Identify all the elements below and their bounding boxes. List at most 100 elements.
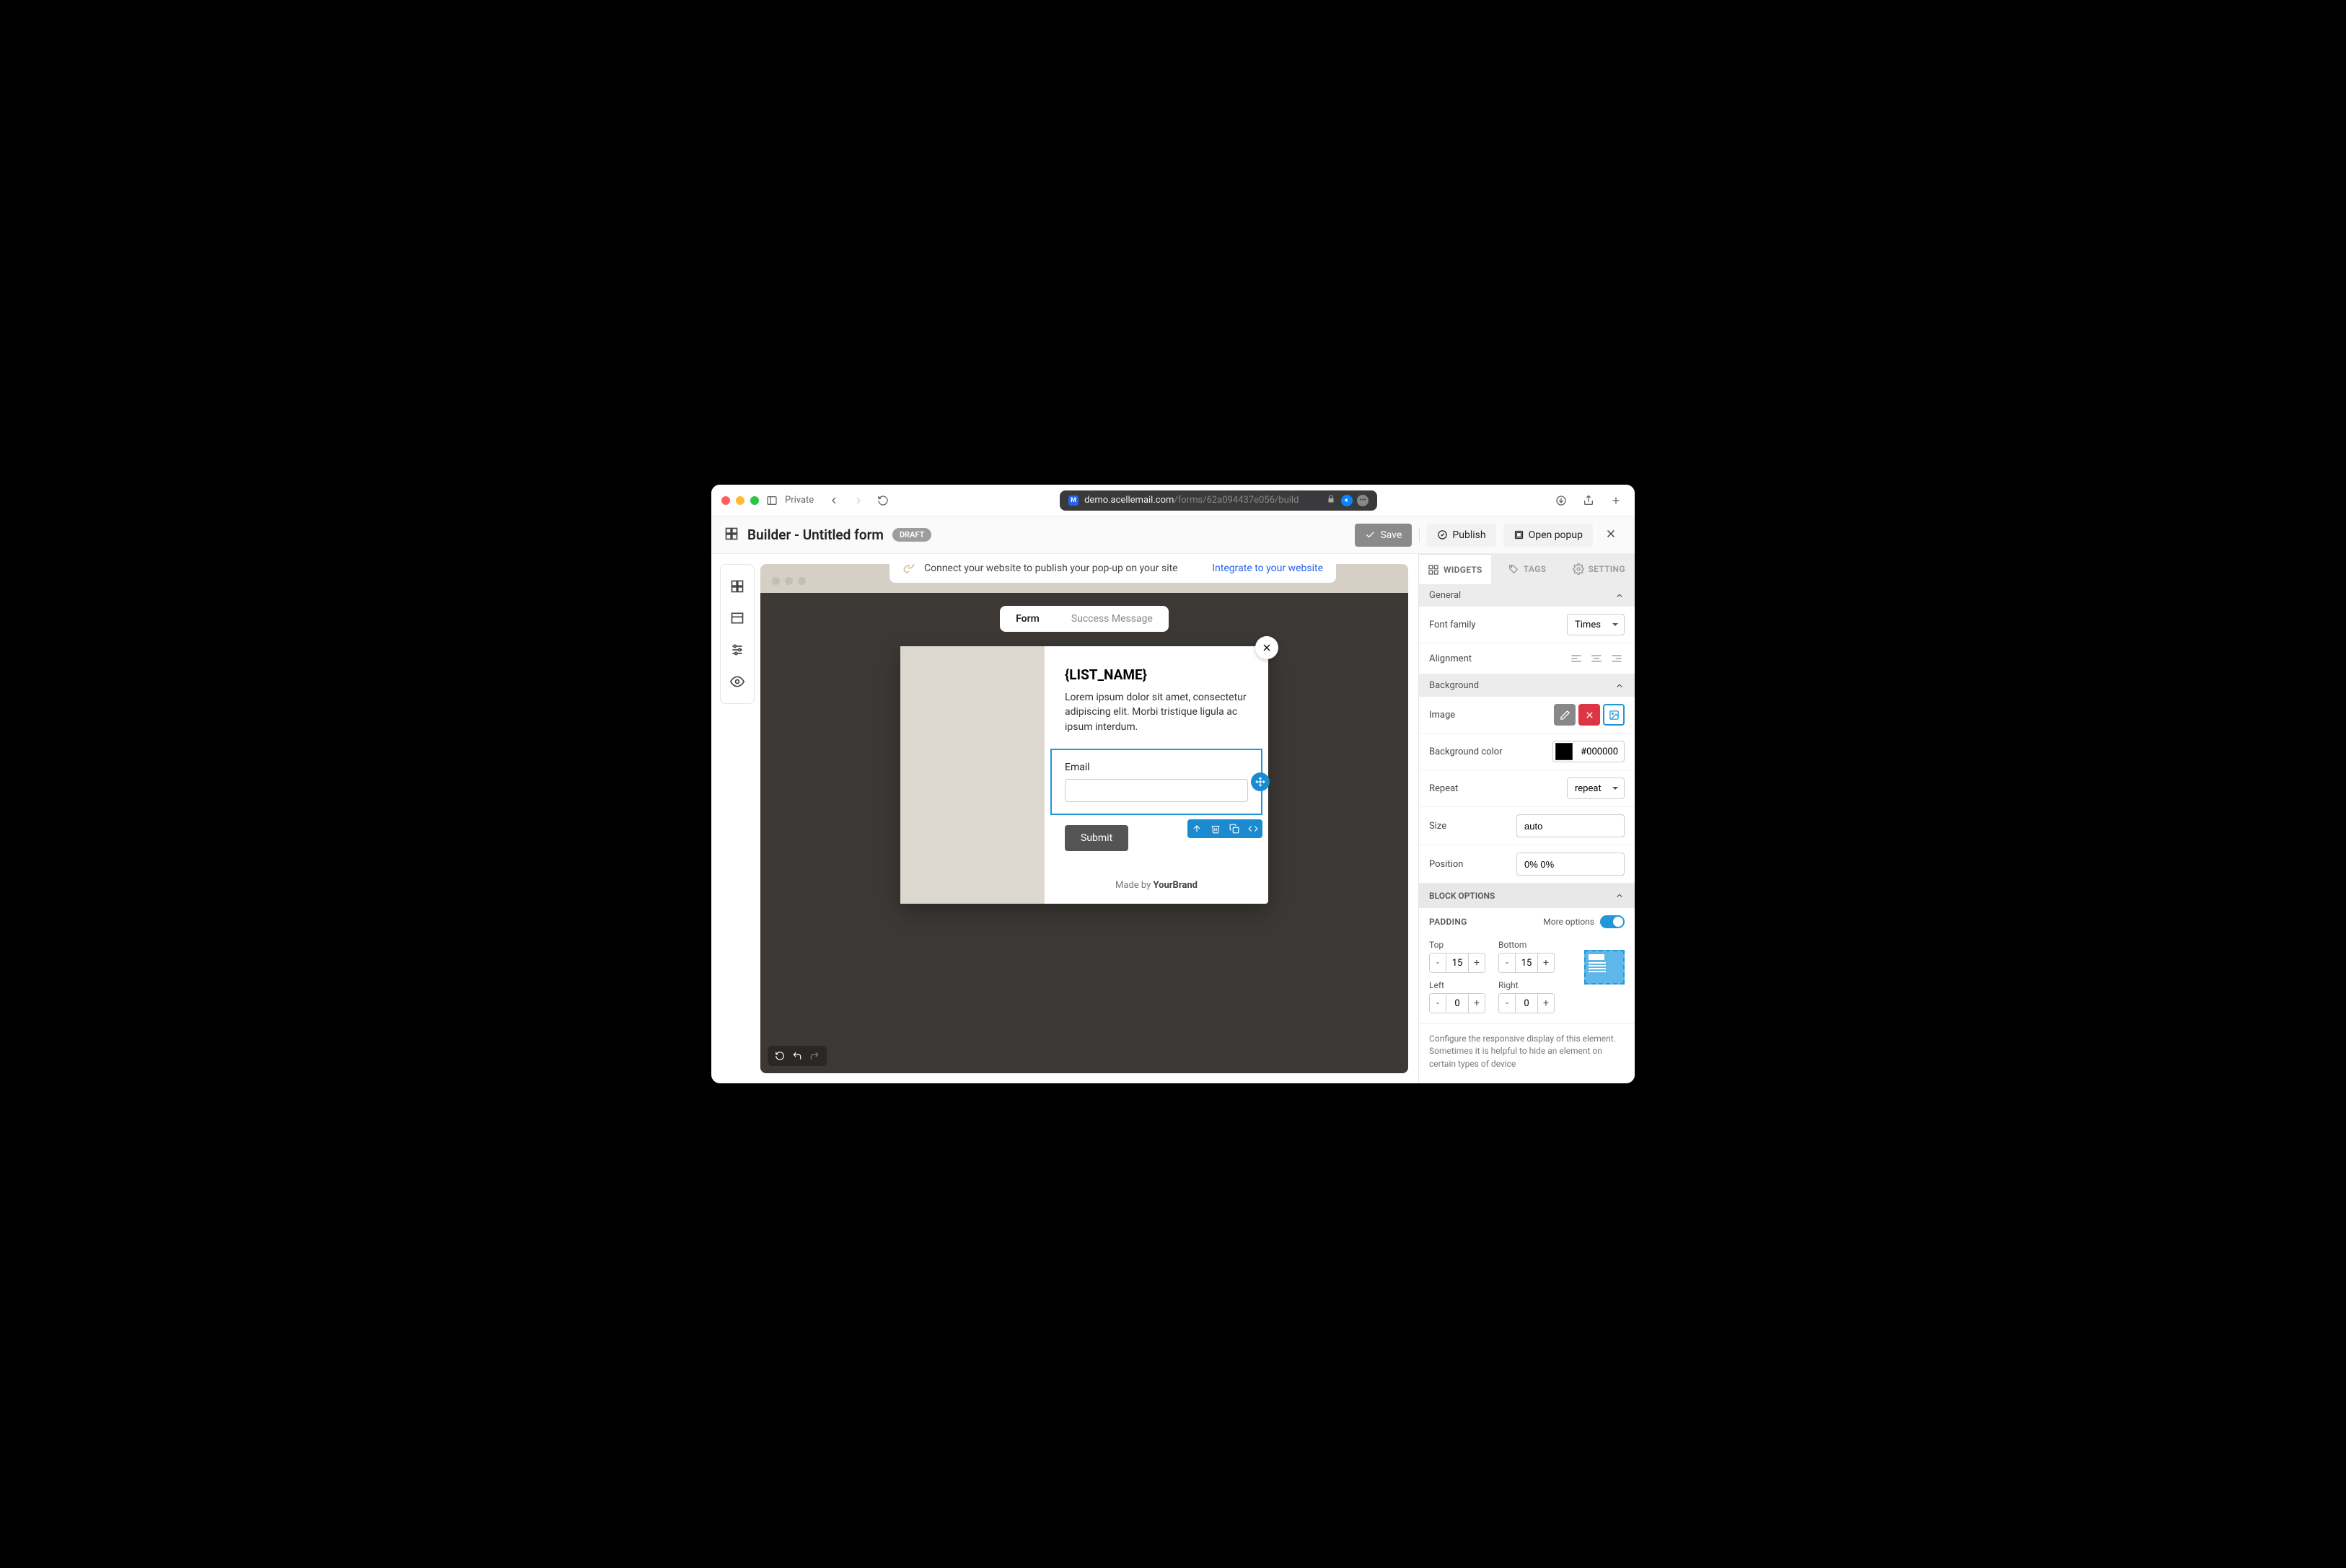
- tool-preview-icon[interactable]: [723, 667, 752, 696]
- favicon: M: [1068, 495, 1078, 506]
- app-window: Private M demo.acellemail.com/forms/62a0…: [711, 485, 1635, 1083]
- pad-left-label: Left: [1429, 980, 1485, 990]
- nav-back-icon[interactable]: [825, 492, 843, 509]
- maximize-window[interactable]: [750, 496, 759, 505]
- row-alignment: Alignment: [1419, 643, 1635, 674]
- share-icon[interactable]: [1580, 492, 1597, 509]
- pad-left-stepper[interactable]: -0+: [1429, 993, 1485, 1013]
- nav-forward-icon: [850, 492, 867, 509]
- image-delete-icon[interactable]: [1578, 704, 1600, 726]
- hide-on-row: Hide on Desktop Mobile: [1419, 1079, 1635, 1083]
- close-builder-icon[interactable]: [1600, 523, 1622, 547]
- row-image: Image: [1419, 697, 1635, 734]
- tab-form[interactable]: Form: [1000, 606, 1055, 632]
- page-title: Builder - Untitled form: [747, 527, 884, 543]
- url-text: demo.acellemail.com/forms/62a094437e056/…: [1084, 495, 1321, 506]
- submit-button[interactable]: Submit: [1065, 825, 1128, 851]
- size-input[interactable]: [1516, 814, 1625, 837]
- block-move-up-icon[interactable]: [1187, 819, 1206, 838]
- pad-right-label: Right: [1498, 980, 1555, 990]
- more-options-label: More options: [1543, 917, 1594, 927]
- private-label: Private: [785, 495, 814, 506]
- email-field-block[interactable]: Email: [1050, 749, 1262, 815]
- history-icon[interactable]: [773, 1049, 786, 1062]
- padding-grid: Top -15+ Left -0+ Bottom -15+ Right: [1419, 935, 1635, 1023]
- canvas-area: Connect your website to publish your pop…: [755, 554, 1418, 1083]
- save-button[interactable]: Save: [1355, 524, 1412, 547]
- section-block-options[interactable]: BLOCK OPTIONS: [1419, 884, 1635, 908]
- popup-title[interactable]: {LIST_NAME}: [1065, 666, 1248, 683]
- row-font-family: Font family Times: [1419, 607, 1635, 643]
- redo-icon[interactable]: [808, 1049, 821, 1062]
- traffic-lights: [721, 496, 759, 505]
- move-handle-icon[interactable]: [1251, 772, 1270, 791]
- undo-icon[interactable]: [791, 1049, 804, 1062]
- integration-banner: Connect your website to publish your pop…: [889, 564, 1336, 583]
- panel-tab-widgets[interactable]: WIDGETS: [1419, 554, 1491, 584]
- bg-color-input[interactable]: #000000: [1552, 741, 1625, 762]
- pad-right-stepper[interactable]: -0+: [1498, 993, 1555, 1013]
- panel-tab-tags[interactable]: TAGS: [1491, 554, 1563, 584]
- popup-description[interactable]: Lorem ipsum dolor sit amet, consectetur …: [1065, 690, 1248, 734]
- align-right-icon[interactable]: [1609, 651, 1625, 666]
- section-background[interactable]: Background: [1419, 674, 1635, 697]
- tool-layout-icon[interactable]: [723, 604, 752, 633]
- right-panel: WIDGETS TAGS SETTING General Font family…: [1418, 554, 1635, 1083]
- block-delete-icon[interactable]: [1206, 819, 1225, 838]
- pad-top-stepper[interactable]: -15+: [1429, 953, 1485, 973]
- new-tab-icon[interactable]: [1607, 492, 1625, 509]
- browser-bar: Private M demo.acellemail.com/forms/62a0…: [711, 485, 1635, 516]
- banner-text: Connect your website to publish your pop…: [924, 564, 1178, 574]
- block-duplicate-icon[interactable]: [1225, 819, 1244, 838]
- publish-button[interactable]: Publish: [1427, 524, 1495, 547]
- lock-icon: [1327, 495, 1335, 506]
- padding-preview: [1584, 950, 1625, 985]
- repeat-select[interactable]: repeat: [1567, 778, 1625, 799]
- font-family-select[interactable]: Times: [1567, 614, 1625, 635]
- left-toolbox: [720, 564, 755, 704]
- row-position: Position: [1419, 845, 1635, 884]
- pad-top-label: Top: [1429, 940, 1485, 950]
- open-popup-button[interactable]: Open popup: [1503, 524, 1593, 547]
- block-code-icon[interactable]: [1244, 819, 1262, 838]
- panel-tabs: WIDGETS TAGS SETTING: [1419, 554, 1635, 584]
- popup-image-placeholder[interactable]: [900, 646, 1045, 904]
- downloads-icon[interactable]: [1552, 492, 1570, 509]
- tool-widgets-icon[interactable]: [723, 572, 752, 601]
- image-browse-icon[interactable]: [1603, 704, 1625, 726]
- url-bar[interactable]: M demo.acellemail.com/forms/62a094437e05…: [899, 490, 1538, 511]
- app-header: Builder - Untitled form DRAFT Save Publi…: [711, 516, 1635, 554]
- minimize-window[interactable]: [736, 496, 744, 505]
- more-options-toggle[interactable]: [1600, 915, 1625, 928]
- pad-bottom-label: Bottom: [1498, 940, 1555, 950]
- block-toolbar: [1187, 819, 1262, 838]
- panel-tab-setting[interactable]: SETTING: [1563, 554, 1635, 584]
- history-bar: [768, 1046, 827, 1066]
- reload-icon[interactable]: [874, 492, 892, 509]
- align-left-icon[interactable]: [1568, 651, 1584, 666]
- site-settings-icon[interactable]: •••: [1357, 495, 1368, 506]
- close-window[interactable]: [721, 496, 730, 505]
- row-size: Size: [1419, 807, 1635, 845]
- pad-bottom-stepper[interactable]: -15+: [1498, 953, 1555, 973]
- email-input[interactable]: [1065, 779, 1248, 802]
- tool-settings-icon[interactable]: [723, 635, 752, 664]
- audio-icon[interactable]: [1341, 495, 1353, 506]
- row-repeat: Repeat repeat: [1419, 770, 1635, 807]
- section-general[interactable]: General: [1419, 584, 1635, 607]
- tab-success[interactable]: Success Message: [1055, 606, 1169, 632]
- popup-close-icon[interactable]: [1255, 636, 1278, 659]
- image-edit-icon[interactable]: [1554, 704, 1576, 726]
- builder-icon: [724, 527, 739, 544]
- email-label: Email: [1065, 762, 1248, 773]
- responsive-help-text: Configure the responsive display of this…: [1419, 1023, 1635, 1079]
- made-by: Made by YourBrand: [1065, 880, 1248, 891]
- popup-card: {LIST_NAME} Lorem ipsum dolor sit amet, …: [900, 646, 1268, 904]
- status-badge: DRAFT: [892, 528, 931, 542]
- align-center-icon[interactable]: [1589, 651, 1604, 666]
- position-input[interactable]: [1516, 853, 1625, 876]
- padding-head: PADDING More options: [1419, 908, 1635, 935]
- link-icon: [902, 564, 915, 576]
- sidebar-toggle-icon[interactable]: [766, 495, 778, 506]
- integrate-link[interactable]: Integrate to your website: [1212, 564, 1323, 574]
